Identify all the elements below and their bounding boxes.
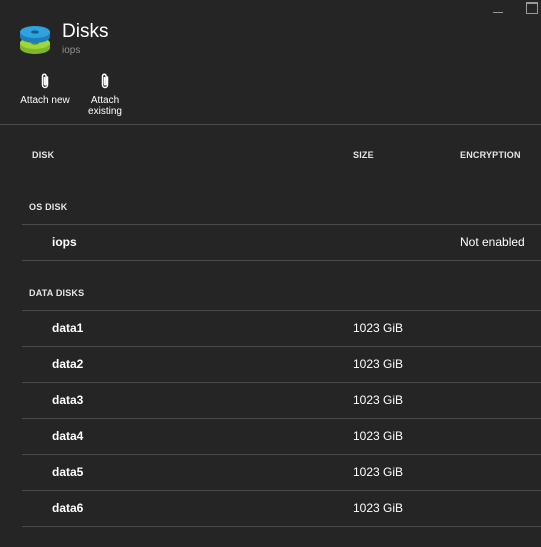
data-disk-row[interactable]: data4 1023 GiB [22,419,541,454]
disk-name: data5 [52,465,84,479]
os-disk-section-title: OS DISK [29,202,68,212]
disk-size: 1023 GiB [353,501,404,515]
os-disk-row[interactable]: iops Not enabled [22,225,541,260]
disk-size: 1023 GiB [353,465,404,479]
command-bar: Attach new Attach existing [0,72,541,122]
disk-name: data6 [52,501,84,515]
disk-name: data2 [52,357,84,371]
disk-name: data3 [52,393,84,407]
column-header-disk[interactable]: DISK [32,150,54,160]
attach-existing-button[interactable]: Attach existing [80,72,130,117]
data-disk-row[interactable]: data2 1023 GiB [22,347,541,382]
column-header-size[interactable]: SIZE [353,150,374,160]
row-divider [22,260,541,261]
disk-size: 1023 GiB [353,429,404,443]
disk-name: data1 [52,321,84,335]
data-disk-row[interactable]: data3 1023 GiB [22,383,541,418]
attach-new-button[interactable]: Attach new [16,72,74,106]
attach-existing-label-line1: Attach [90,95,120,106]
attach-existing-label-line2: existing [88,106,122,117]
paperclip-icon [41,73,49,89]
disk-encryption: Not enabled [460,235,525,249]
column-header-encryption[interactable]: ENCRYPTION [460,150,521,160]
header-divider [0,124,541,125]
row-divider [22,526,541,527]
data-disk-row[interactable]: data6 1023 GiB [22,491,541,526]
data-disk-row[interactable]: data1 1023 GiB [22,311,541,346]
data-disk-row[interactable]: data5 1023 GiB [22,455,541,490]
disk-size: 1023 GiB [353,357,404,371]
disk-size: 1023 GiB [353,321,404,335]
disk-name: iops [52,235,77,249]
disk-size: 1023 GiB [353,393,404,407]
blade-subtitle: iops [62,45,81,56]
disk-name: data4 [52,429,84,443]
blade-title: Disks [62,21,109,42]
disks-stack-icon [20,26,50,54]
attach-new-label: Attach new [20,95,70,106]
maximize-icon[interactable] [525,2,539,16]
minimize-icon[interactable] [491,2,505,16]
paperclip-icon [101,73,109,89]
data-disks-section-title: DATA DISKS [29,288,85,298]
